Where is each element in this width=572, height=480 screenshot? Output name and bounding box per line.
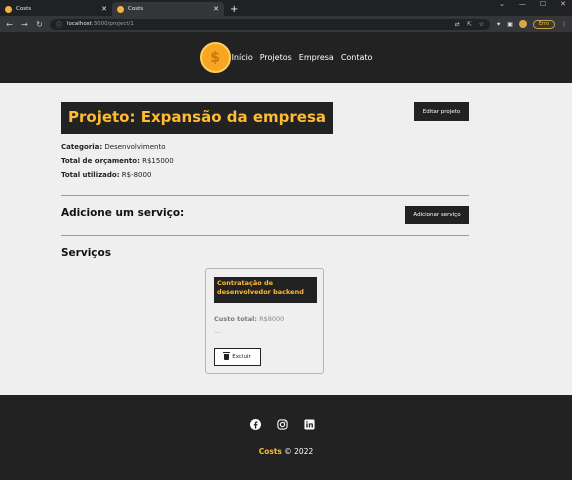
add-service-button[interactable]: Adicionar serviço: [405, 206, 469, 224]
tab-search-icon[interactable]: ⌄: [499, 0, 505, 10]
costs-favicon-icon: [117, 5, 124, 13]
divider: [61, 195, 469, 196]
copyright-line: Costs © 2022: [0, 447, 572, 456]
tab-strip: Costs ✕ Costs ✕ + ⌄ — ☐ ✕: [0, 0, 572, 16]
service-cost-label: Custo total:: [214, 315, 257, 323]
service-card: Contratação de desenvolvedor backend Cus…: [205, 268, 324, 374]
delete-service-button[interactable]: Excluir: [214, 348, 261, 366]
nav-link-inicio[interactable]: Início: [232, 53, 253, 62]
side-panel-icon[interactable]: ▣: [507, 21, 513, 28]
services-title: Serviços: [61, 247, 111, 259]
extensions-puzzle-icon[interactable]: ✦: [496, 21, 501, 28]
nav-link-empresa[interactable]: Empresa: [299, 53, 334, 62]
project-page: Projeto: Expansão da empresa Editar proj…: [0, 83, 572, 395]
service-cost: Custo total: R$8000: [214, 315, 284, 323]
edit-project-button[interactable]: Editar projeto: [414, 102, 469, 121]
used-line: Total utilizado: R$-8000: [61, 171, 151, 179]
info-icon[interactable]: ⓘ: [56, 20, 62, 29]
coin-logo-icon[interactable]: $: [199, 42, 231, 73]
copyright-text: © 2022: [284, 447, 314, 456]
translate-icon[interactable]: ⇄: [455, 21, 460, 28]
nav-link-projetos[interactable]: Projetos: [260, 53, 292, 62]
facebook-icon[interactable]: [249, 418, 261, 430]
address-bar: ← → ↻ ⓘ localhost:3000/project/1 ⇄ ⇱ ☆ ✦…: [0, 16, 572, 32]
close-tab-icon[interactable]: ✕: [213, 5, 219, 13]
tab-title: Costs: [16, 6, 32, 12]
social-links: [249, 418, 315, 430]
new-tab-button[interactable]: +: [230, 4, 238, 15]
url-field[interactable]: ⓘ localhost:3000/project/1 ⇄ ⇱ ☆: [50, 18, 491, 30]
budget-value: R$15000: [142, 157, 174, 165]
category-line: Categoria: Desenvolvimento: [61, 143, 166, 151]
nav-link-contato[interactable]: Contato: [341, 53, 373, 62]
back-icon[interactable]: ←: [5, 20, 14, 29]
category-label: Categoria:: [61, 143, 103, 151]
costs-favicon-icon: [5, 5, 12, 13]
close-tab-icon[interactable]: ✕: [101, 5, 107, 13]
close-window-icon[interactable]: ✕: [560, 0, 566, 10]
footer-brand: Costs: [258, 447, 282, 456]
trash-icon: [223, 352, 231, 360]
window-controls: ⌄ — ☐ ✕: [499, 0, 572, 10]
used-label: Total utilizado:: [61, 171, 120, 179]
service-description: ...: [214, 327, 221, 335]
service-name: Contratação de desenvolvedor backend: [214, 277, 317, 303]
tab-title: Costs: [128, 6, 144, 12]
share-icon[interactable]: ⇱: [467, 21, 472, 28]
budget-label: Total de orçamento:: [61, 157, 140, 165]
service-cost-value: R$8000: [259, 315, 285, 323]
minimize-icon[interactable]: —: [519, 0, 526, 10]
url-path: :3000/project/1: [91, 21, 134, 27]
profile-error-badge[interactable]: Erro: [532, 19, 555, 29]
browser-tab-2[interactable]: Costs ✕: [112, 2, 224, 16]
browser-tab-1[interactable]: Costs ✕: [0, 2, 112, 16]
reload-icon[interactable]: ↻: [35, 20, 44, 29]
instagram-icon[interactable]: [276, 418, 288, 430]
url-host: localhost: [67, 21, 92, 27]
delete-label: Excluir: [232, 354, 251, 360]
budget-line: Total de orçamento: R$15000: [61, 157, 174, 165]
bookmark-star-icon[interactable]: ☆: [479, 21, 484, 28]
category-value: Desenvolvimento: [104, 143, 166, 151]
linkedin-icon[interactable]: [303, 418, 315, 430]
project-title: Projeto: Expansão da empresa: [61, 102, 333, 134]
forward-icon[interactable]: →: [20, 20, 29, 29]
maximize-icon[interactable]: ☐: [540, 0, 546, 10]
divider: [61, 235, 469, 236]
add-service-title: Adicione um serviço:: [61, 207, 185, 219]
used-value: R$-8000: [121, 171, 152, 179]
browser-menu-icon[interactable]: ⋮: [561, 21, 567, 28]
site-navbar: $ Início Projetos Empresa Contato: [0, 32, 572, 83]
profile-avatar-icon[interactable]: [518, 20, 527, 28]
site-footer: Costs © 2022: [0, 395, 572, 480]
browser-window: Costs ✕ Costs ✕ + ⌄ — ☐ ✕ ← → ↻ ⓘ localh…: [0, 0, 572, 480]
